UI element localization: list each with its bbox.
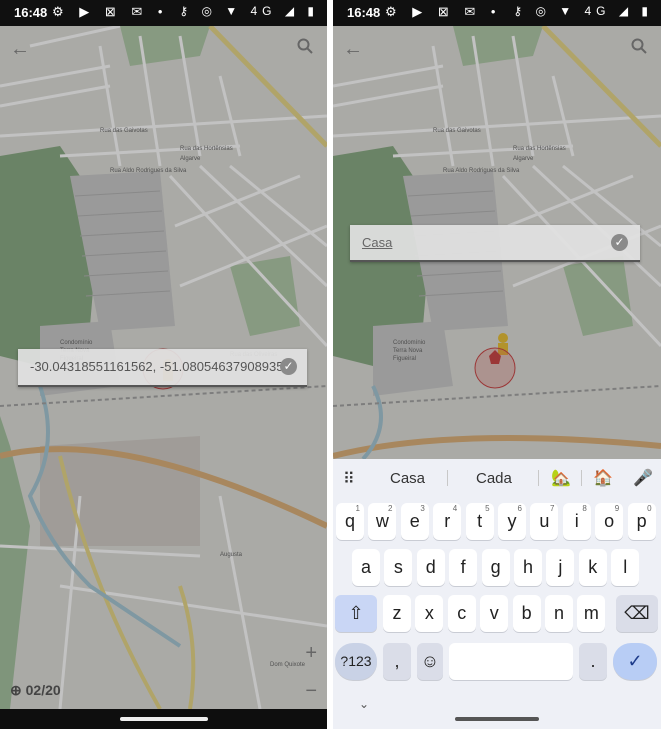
coordinate-text: -30.04318551161562, -51.08054637908935 [30,359,284,374]
home-gesture-pill[interactable] [119,717,208,721]
key-s[interactable]: s [384,549,413,586]
key-x[interactable]: x [415,595,444,632]
status-bar: 16:48 ⚙ ▶ ⊠ ✉ • ⚷ ◎ ▼ 4G ◢ ▮ [0,0,327,26]
key-e[interactable]: e3 [400,503,429,540]
nav-bar [0,709,327,729]
soft-keyboard: ⠿ Casa Cada 🏡 🏠 🎤 q1w2e3r4t5y6u7i8o9p0 a… [333,459,661,729]
key-b[interactable]: b [512,595,541,632]
key-z[interactable]: z [383,595,411,632]
key-hint-8: 8 [582,504,587,513]
comma-key[interactable]: , [383,643,411,680]
zoom-out-button[interactable]: − [305,680,317,703]
key-o[interactable]: o9 [595,503,624,540]
status-time: 16:48 [14,5,48,20]
network-badge: 4G [250,4,277,18]
network-badge: 4G [584,4,611,18]
location-name-field[interactable]: Casa ✓ [350,225,640,262]
key-i[interactable]: i8 [562,503,591,540]
zoom-in-button[interactable]: + [305,642,317,665]
key-k[interactable]: k [578,549,607,586]
key-hint-4: 4 [452,504,458,513]
notification-icons: ⚙ ▶ ⊠ ✉ • [52,4,169,19]
key-c[interactable]: c [447,595,476,632]
coordinate-field[interactable]: -30.04318551161562, -51.08054637908935 ✓ [18,349,307,387]
suggestion-strip: ⠿ Casa Cada 🏡 🏠 🎤 [333,459,661,497]
suggestion-word-2[interactable]: Cada [476,470,512,487]
suggestion-word-1[interactable]: Casa [390,470,425,487]
home-gesture-pill[interactable] [455,717,539,721]
enter-key[interactable]: ✓ [613,643,657,680]
house-emoji-icon[interactable]: 🏡 [551,468,571,488]
key-f[interactable]: f [449,549,478,586]
key-h[interactable]: h [514,549,542,586]
chevron-down-icon[interactable]: ⌄ [359,697,369,711]
right-phone-screen: 16:48 ⚙ ▶ ⊠ ✉ • ⚷ ◎ ▼ 4G ◢ ▮ Rua das Gai… [333,0,661,729]
key-d[interactable]: d [416,549,445,586]
key-m[interactable]: m [577,595,606,632]
search-icon[interactable] [631,38,647,54]
back-arrow-icon[interactable]: ← [343,38,363,61]
system-icons: ⚷ ◎ ▼ 4G ◢ ▮ [179,4,319,18]
key-y[interactable]: y6 [498,503,526,540]
key-n[interactable]: n [545,595,573,632]
key-u[interactable]: u7 [530,503,559,540]
system-icons: ⚷ ◎ ▼ 4G ◢ ▮ [513,4,653,18]
key-q[interactable]: q1 [336,503,364,540]
space-key[interactable] [449,643,573,680]
key-hint-6: 6 [517,504,522,513]
backspace-key[interactable]: ⌫ [616,595,658,632]
point-counter: ⊕ 02/20 [10,682,61,698]
key-hint-0: 0 [647,504,652,513]
key-j[interactable]: j [546,549,575,586]
home-emoji-icon[interactable]: 🏠 [593,468,613,488]
target-icon: ⊕ [10,682,26,698]
emoji-key[interactable]: ☺ [417,643,443,680]
status-time: 16:48 [347,5,381,20]
apps-grid-icon[interactable]: ⠿ [343,469,355,489]
key-g[interactable]: g [481,549,510,586]
key-w[interactable]: w2 [368,503,397,540]
search-icon[interactable] [297,38,313,54]
key-hint-2: 2 [387,504,393,513]
check-icon[interactable]: ✓ [611,234,628,251]
period-key[interactable]: . [579,643,607,680]
status-bar: 16:48 ⚙ ▶ ⊠ ✉ • ⚷ ◎ ▼ 4G ◢ ▮ [333,0,661,26]
back-arrow-icon[interactable]: ← [10,38,30,61]
key-hint-9: 9 [614,504,620,513]
keyboard-nav: ⌄ [333,691,661,729]
shift-key[interactable]: ⇧ [335,595,377,632]
check-icon[interactable]: ✓ [280,358,297,375]
left-phone-screen: 16:48 ⚙ ▶ ⊠ ✉ • ⚷ ◎ ▼ 4G ◢ ▮ Rua das Gai… [0,0,327,729]
symbols-key[interactable]: ?123 [335,643,377,680]
key-v[interactable]: v [480,595,509,632]
key-r[interactable]: r4 [433,503,462,540]
key-hint-3: 3 [420,504,425,513]
key-hint-5: 5 [485,504,490,513]
key-a[interactable]: a [352,549,380,586]
key-p[interactable]: p0 [627,503,656,540]
key-hint-1: 1 [355,504,360,513]
key-t[interactable]: t5 [465,503,494,540]
key-hint-7: 7 [549,504,555,513]
key-l[interactable]: l [611,549,640,586]
microphone-icon[interactable]: 🎤 [633,468,653,488]
location-name-text: Casa [362,235,393,250]
notification-icons: ⚙ ▶ ⊠ ✉ • [385,4,502,19]
